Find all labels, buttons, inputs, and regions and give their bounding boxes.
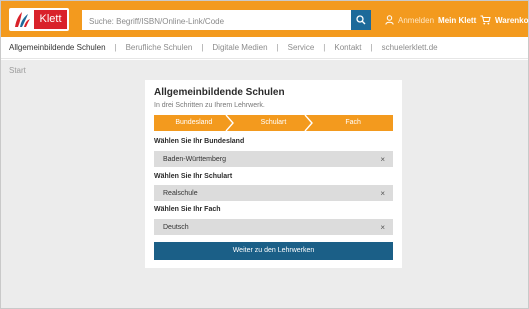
cart-label: Warenkorb xyxy=(495,15,529,25)
search-icon xyxy=(356,15,366,25)
nav-item-allgemeinbildende-schulen[interactable]: Allgemeinbildende Schulen xyxy=(9,43,106,52)
nav-separator: | xyxy=(370,43,373,52)
clear-icon[interactable]: × xyxy=(380,189,385,198)
search-button[interactable] xyxy=(351,10,371,30)
card-subtitle: In drei Schritten zu Ihrem Lehrwerk. xyxy=(154,102,265,109)
clear-icon[interactable]: × xyxy=(380,223,385,232)
search-input[interactable] xyxy=(83,12,350,31)
nav-separator: | xyxy=(114,43,117,52)
nav-item-kontakt[interactable]: Kontakt xyxy=(334,43,361,52)
browser-frame: Klett Anmelden Mein Klett W xyxy=(0,0,529,309)
schulart-select[interactable]: Realschule × xyxy=(154,185,393,201)
step-chevron-icon xyxy=(225,115,234,131)
nav-separator: | xyxy=(323,43,326,52)
header-bar: Klett Anmelden Mein Klett W xyxy=(1,1,529,37)
clear-icon[interactable]: × xyxy=(380,155,385,164)
nav-separator: | xyxy=(276,43,279,52)
nav-item-digitale-medien[interactable]: Digitale Medien xyxy=(212,43,267,52)
fach-value: Deutsch xyxy=(163,223,189,231)
cart-link[interactable]: Warenkorb xyxy=(480,15,529,25)
step-label: Fach xyxy=(345,119,361,126)
card-title: Allgemeinbildende Schulen xyxy=(154,87,285,98)
bundesland-value: Baden-Württemberg xyxy=(163,155,227,163)
main-nav: Allgemeinbildende Schulen | Berufliche S… xyxy=(1,37,528,59)
search-field xyxy=(82,10,351,31)
login-name: Mein Klett xyxy=(438,15,477,25)
login-prefix: Anmelden xyxy=(398,15,435,25)
nav-separator: | xyxy=(201,43,204,52)
step-label: Schulart xyxy=(260,119,287,126)
page-content: Start Allgemeinbildende Schulen In drei … xyxy=(1,60,528,308)
step-fach: Fach xyxy=(313,115,394,131)
klett-logo[interactable]: Klett xyxy=(9,8,69,31)
nav-item-service[interactable]: Service xyxy=(288,43,315,52)
fach-select[interactable]: Deutsch × xyxy=(154,219,393,235)
step-schulart: Schulart xyxy=(233,115,314,131)
logo-text: Klett xyxy=(34,10,67,29)
step-bundesland: Bundesland xyxy=(154,115,234,131)
step-chevron-icon xyxy=(304,115,314,131)
fach-label: Wählen Sie Ihr Fach xyxy=(154,206,221,213)
schulart-value: Realschule xyxy=(163,189,198,197)
breadcrumb[interactable]: Start xyxy=(9,66,26,75)
nav-item-schuelerklett[interactable]: schuelerklett.de xyxy=(382,43,438,52)
cart-icon xyxy=(480,15,491,25)
nav-item-berufliche-schulen[interactable]: Berufliche Schulen xyxy=(126,43,193,52)
step-label: Bundesland xyxy=(175,119,213,126)
klett-leaf-icon xyxy=(15,12,30,27)
step-indicator: Bundesland Schulart Fach xyxy=(154,115,394,131)
user-icon xyxy=(385,15,394,25)
login-link[interactable]: Anmelden Mein Klett xyxy=(385,15,476,25)
continue-button[interactable]: Weiter zu den Lehrwerken xyxy=(154,242,393,260)
bundesland-select[interactable]: Baden-Württemberg × xyxy=(154,151,393,167)
bundesland-label: Wählen Sie Ihr Bundesland xyxy=(154,138,245,145)
schulart-label: Wählen Sie Ihr Schulart xyxy=(154,173,233,180)
school-finder-card: Allgemeinbildende Schulen In drei Schrit… xyxy=(145,80,402,268)
